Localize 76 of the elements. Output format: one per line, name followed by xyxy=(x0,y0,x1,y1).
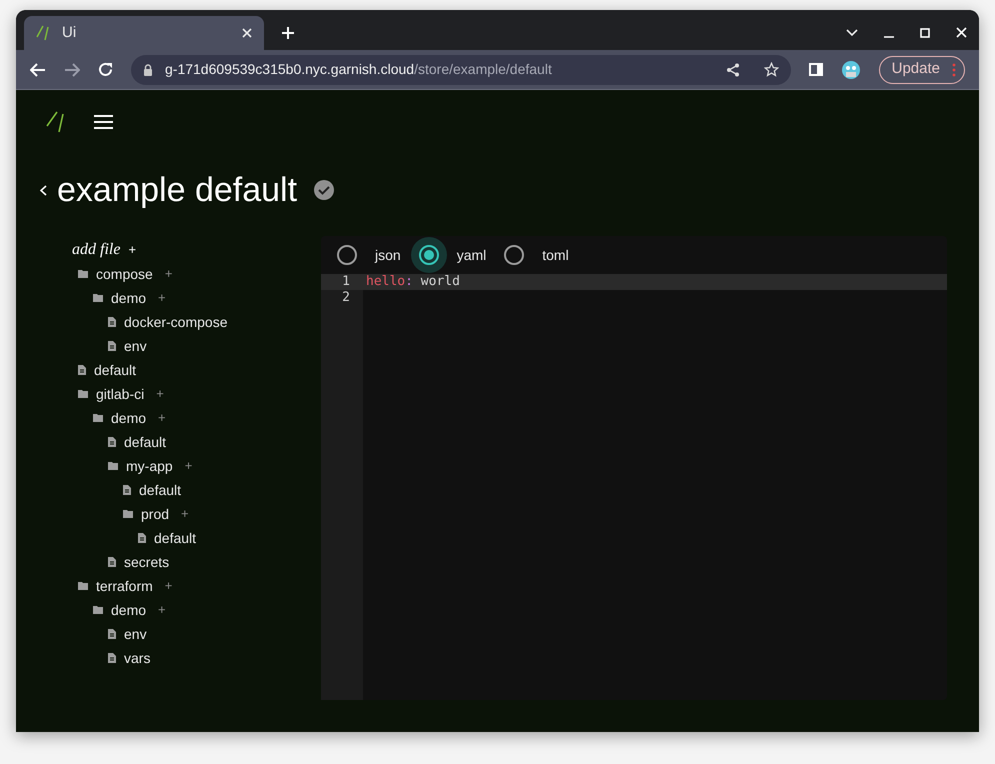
file-name[interactable]: docker-compose xyxy=(124,312,228,332)
folder-name[interactable]: compose xyxy=(96,264,153,284)
folder-icon xyxy=(93,414,103,422)
add-plus[interactable]: + xyxy=(156,384,164,404)
folder-icon xyxy=(108,462,118,470)
file-icon xyxy=(123,485,131,495)
file-icon xyxy=(108,653,116,663)
reload-icon[interactable] xyxy=(98,62,113,77)
file-icon xyxy=(108,341,116,351)
lock-icon xyxy=(143,64,153,76)
file-icon xyxy=(78,365,86,375)
file-name[interactable]: default xyxy=(94,360,136,380)
radio-label[interactable]: toml xyxy=(542,244,569,266)
folder-icon xyxy=(93,606,103,614)
back-chevron-icon[interactable] xyxy=(40,184,47,196)
file-name[interactable]: secrets xyxy=(124,552,170,572)
menu-icon[interactable] xyxy=(94,115,113,129)
chevron-down-icon[interactable] xyxy=(846,28,858,36)
star-icon[interactable] xyxy=(764,62,779,77)
radio-label[interactable]: yaml xyxy=(456,244,486,266)
menu-dots-icon xyxy=(952,62,956,76)
folder-name[interactable]: terraform xyxy=(96,576,153,596)
add-plus[interactable]: + xyxy=(158,600,166,620)
code-token: : xyxy=(405,274,413,289)
folder-name[interactable]: prod xyxy=(141,504,170,524)
file-name[interactable]: vars xyxy=(124,648,150,668)
folder-icon xyxy=(78,582,88,590)
file-name[interactable]: env xyxy=(124,336,147,356)
add-plus[interactable]: + xyxy=(158,408,166,428)
add-plus[interactable]: + xyxy=(128,240,136,260)
file-name[interactable]: default xyxy=(139,480,182,500)
radio-label[interactable]: json xyxy=(375,244,401,266)
logo-icon[interactable] xyxy=(46,110,64,134)
folder-name[interactable]: gitlab-ci xyxy=(96,384,144,404)
folder-icon xyxy=(78,390,88,398)
file-icon xyxy=(108,629,116,639)
add-plus[interactable]: + xyxy=(184,456,192,476)
page-title: example default xyxy=(57,170,298,210)
folder-name[interactable]: demo xyxy=(111,600,146,620)
new-tab-icon[interactable] xyxy=(281,26,295,40)
file-icon xyxy=(108,317,116,327)
folder-icon xyxy=(78,270,88,278)
file-name[interactable]: default xyxy=(124,432,166,452)
add-plus[interactable]: + xyxy=(181,504,189,524)
add-plus[interactable]: + xyxy=(158,288,166,308)
line-number: 2 xyxy=(342,290,350,305)
browser-tab[interactable]: Ui xyxy=(24,16,264,50)
share-icon[interactable] xyxy=(726,62,740,76)
file-icon xyxy=(108,437,116,447)
update-button[interactable]: Update xyxy=(878,56,965,84)
forward-icon[interactable] xyxy=(64,62,80,76)
url-text: g-171d609539c315b0.nyc.garnish.cloud/store/example/default xyxy=(165,60,553,79)
code-token: hello xyxy=(366,274,406,289)
add-file-link[interactable]: add file xyxy=(72,238,120,262)
file-icon xyxy=(108,557,116,567)
add-plus[interactable]: + xyxy=(164,576,172,596)
maximize-icon[interactable] xyxy=(920,28,930,38)
file-name[interactable]: default xyxy=(154,528,196,548)
add-plus[interactable]: + xyxy=(164,264,172,284)
folder-icon xyxy=(123,510,133,518)
side-panel-icon[interactable] xyxy=(808,63,823,76)
folder-name[interactable]: demo xyxy=(111,288,146,308)
folder-name[interactable]: demo xyxy=(111,408,146,428)
file-name[interactable]: env xyxy=(124,624,147,644)
tab-title: Ui xyxy=(62,22,78,43)
folder-icon xyxy=(93,294,103,302)
address-bar[interactable]: g-171d609539c315b0.nyc.garnish.cloud/store/example/default xyxy=(131,54,791,84)
line-number: 1 xyxy=(342,274,350,289)
file-icon xyxy=(138,533,146,543)
folder-name[interactable]: my-app xyxy=(126,456,173,476)
logo-icon xyxy=(36,25,50,41)
close-icon[interactable] xyxy=(242,28,252,38)
back-icon[interactable] xyxy=(30,62,46,76)
code-token: world xyxy=(420,274,460,289)
extension-icon[interactable] xyxy=(840,60,861,80)
radio-button[interactable] xyxy=(410,237,447,273)
